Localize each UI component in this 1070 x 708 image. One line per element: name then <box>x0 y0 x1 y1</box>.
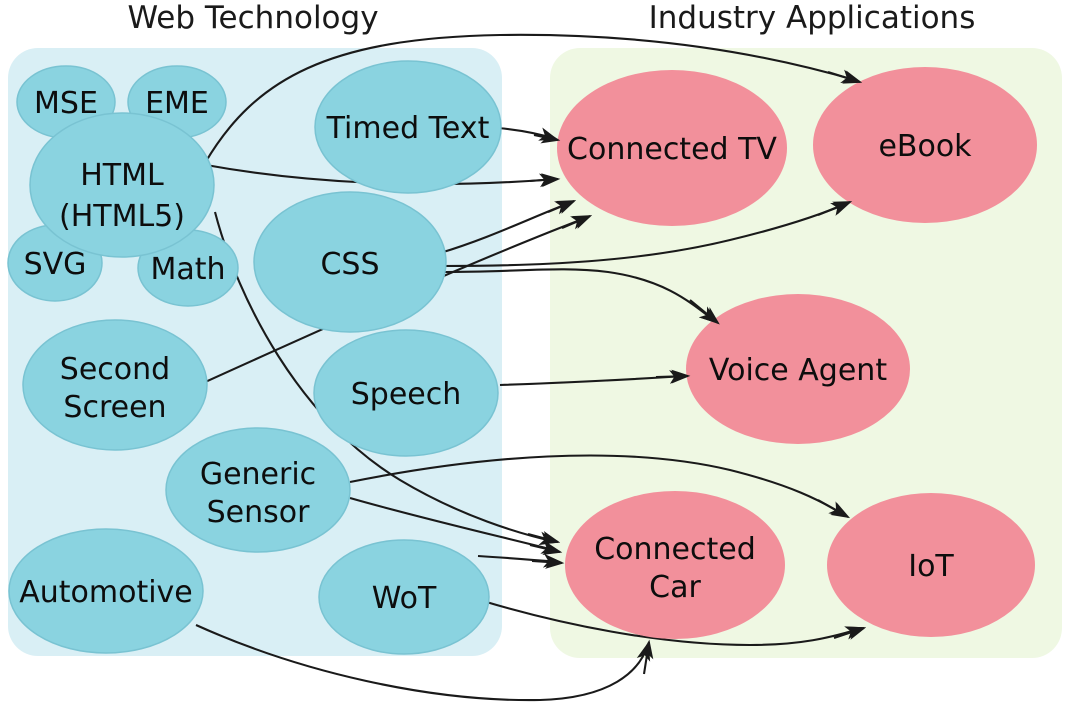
node-math-label: Math <box>150 252 225 287</box>
node-connected-tv-label: Connected TV <box>567 132 777 167</box>
node-timed-text[interactable]: Timed Text <box>314 60 502 194</box>
node-speech-label: Speech <box>351 377 462 412</box>
node-wot-label: WoT <box>372 581 437 616</box>
node-wot[interactable]: WoT <box>318 539 490 655</box>
node-automotive-label: Automotive <box>19 575 193 610</box>
node-css-label: CSS <box>320 247 379 282</box>
arrowhead-speech-voice-agent <box>655 369 691 384</box>
node-mse-label: MSE <box>34 86 98 121</box>
node-second-screen[interactable]: Second Screen <box>22 319 208 451</box>
node-iot-label: IoT <box>908 549 954 584</box>
web-technology-title: Web Technology <box>127 0 378 36</box>
node-eme-label: EME <box>145 86 209 121</box>
node-connected-car[interactable]: Connected Car <box>565 491 785 639</box>
industry-applications-title: Industry Applications <box>649 0 976 36</box>
node-html[interactable]: HTML (HTML5) <box>29 112 215 258</box>
node-ebook-label: eBook <box>878 129 972 164</box>
node-connected-tv[interactable]: Connected TV <box>557 70 787 226</box>
node-iot[interactable]: IoT <box>827 493 1035 637</box>
node-css[interactable]: CSS <box>253 191 447 333</box>
node-second-screen-label-line2: Screen <box>63 390 166 425</box>
node-html-label: HTML <box>80 158 164 193</box>
node-connected-car-label: Connected <box>594 532 756 567</box>
node-connected-car-label-line2: Car <box>649 570 701 605</box>
node-timed-text-label: Timed Text <box>326 111 490 146</box>
node-generic-sensor-label: Generic <box>200 457 316 492</box>
node-second-screen-label: Second <box>60 352 170 387</box>
node-automotive[interactable]: Automotive <box>8 528 204 654</box>
node-speech[interactable]: Speech <box>313 329 499 457</box>
node-generic-sensor[interactable]: Generic Sensor <box>165 427 351 553</box>
node-generic-sensor-label-line2: Sensor <box>207 495 310 530</box>
node-ebook[interactable]: eBook <box>813 67 1037 223</box>
web-technology-industry-applications-diagram: Web Technology Industry Applications Con… <box>7 0 1062 702</box>
diagram-canvas: Web Technology Industry Applications Con… <box>0 0 1070 708</box>
node-html-label-line2: (HTML5) <box>59 199 185 234</box>
node-voice-agent-label: Voice Agent <box>709 353 887 388</box>
node-svg-label: SVG <box>24 247 87 282</box>
node-voice-agent[interactable]: Voice Agent <box>686 294 910 444</box>
